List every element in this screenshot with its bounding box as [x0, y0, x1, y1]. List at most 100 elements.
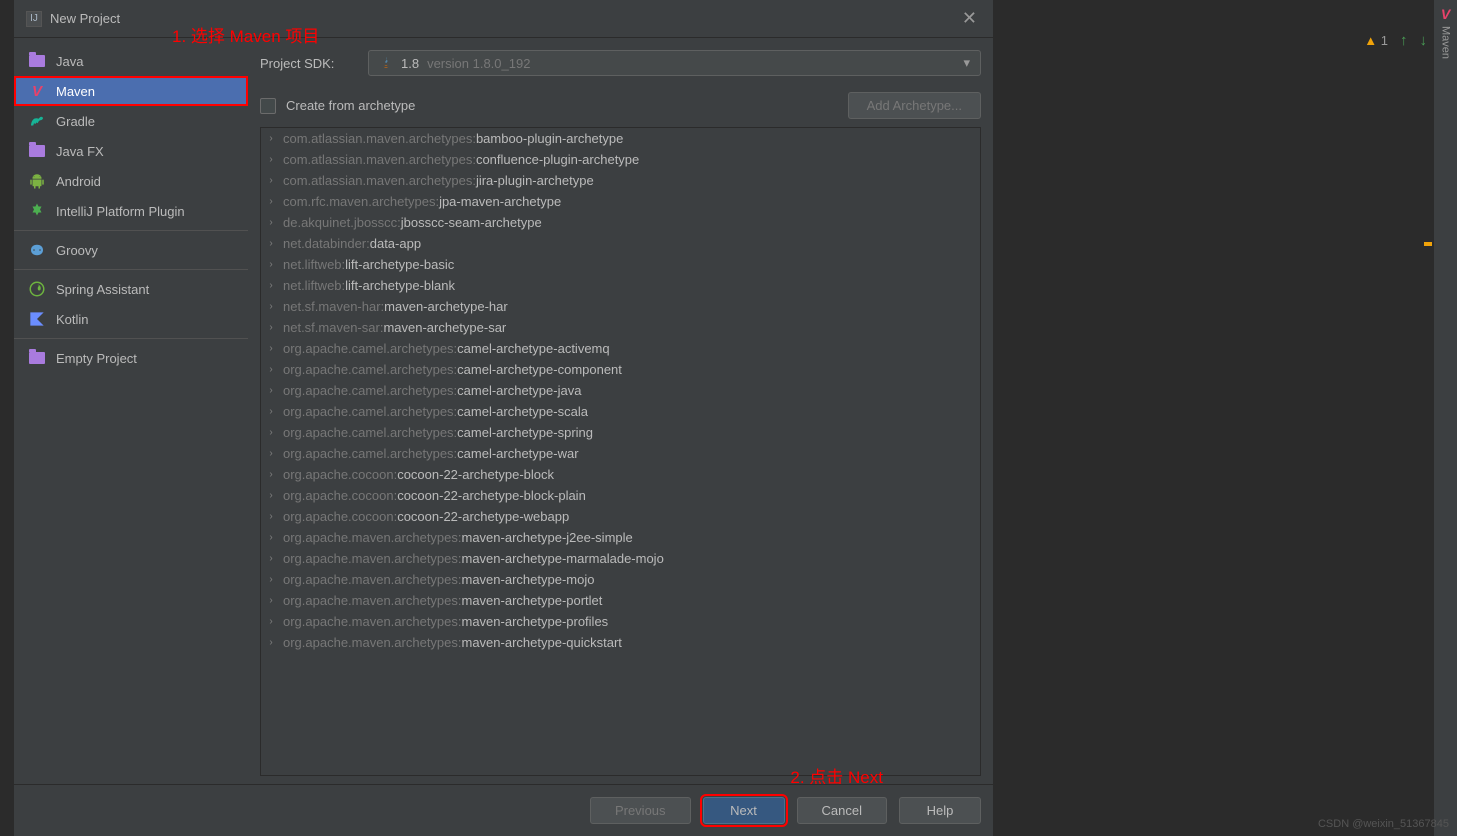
archetype-group: com.atlassian.maven.archetypes: — [283, 131, 476, 146]
sidebar-item-label: Kotlin — [56, 312, 89, 327]
watermark: CSDN @weixin_51367845 — [1318, 818, 1449, 830]
archetype-item[interactable]: ›org.apache.maven.archetypes:maven-arche… — [261, 611, 980, 632]
archetype-name: camel-archetype-spring — [457, 425, 593, 440]
prev-highlight-icon[interactable]: ↑ — [1400, 32, 1408, 49]
archetype-item[interactable]: ›com.atlassian.maven.archetypes:confluen… — [261, 149, 980, 170]
new-project-dialog: IJ New Project ✕ JavaVMavenGradleJava FX… — [14, 0, 993, 836]
archetype-item[interactable]: ›org.apache.maven.archetypes:maven-arche… — [261, 569, 980, 590]
archetype-item[interactable]: ›org.apache.cocoon:cocoon-22-archetype-b… — [261, 485, 980, 506]
maven-tool-icon[interactable]: V — [1441, 6, 1450, 22]
archetype-group: com.rfc.maven.archetypes: — [283, 194, 439, 209]
archetype-item[interactable]: ›com.atlassian.maven.archetypes:bamboo-p… — [261, 128, 980, 149]
chevron-right-icon: › — [265, 217, 277, 228]
archetype-group: net.databinder: — [283, 236, 370, 251]
archetype-item[interactable]: ›org.apache.maven.archetypes:maven-arche… — [261, 548, 980, 569]
sidebar-item-empty-project[interactable]: Empty Project — [14, 343, 248, 373]
sidebar-item-label: Spring Assistant — [56, 282, 149, 297]
separator — [14, 338, 248, 339]
gradle-icon — [28, 112, 46, 130]
cancel-button[interactable]: Cancel — [797, 797, 887, 824]
archetype-name: lift-archetype-blank — [345, 278, 455, 293]
archetype-item[interactable]: ›org.apache.cocoon:cocoon-22-archetype-w… — [261, 506, 980, 527]
chevron-right-icon: › — [265, 322, 277, 333]
archetype-name: maven-archetype-mojo — [462, 572, 595, 587]
sidebar-item-java[interactable]: Java — [14, 46, 248, 76]
archetype-item[interactable]: ›org.apache.camel.archetypes:camel-arche… — [261, 338, 980, 359]
sidebar-item-label: IntelliJ Platform Plugin — [56, 204, 185, 219]
archetype-item[interactable]: ›org.apache.maven.archetypes:maven-arche… — [261, 590, 980, 611]
chevron-right-icon: › — [265, 406, 277, 417]
maven-tool-label[interactable]: Maven — [1440, 26, 1452, 59]
chevron-right-icon: › — [265, 301, 277, 312]
dialog-title: New Project — [50, 11, 958, 26]
sdk-version: version 1.8.0_192 — [427, 56, 530, 71]
next-highlight-icon[interactable]: ↓ — [1420, 32, 1428, 49]
archetype-group: org.apache.camel.archetypes: — [283, 404, 457, 419]
archetype-name: maven-archetype-marmalade-mojo — [462, 551, 664, 566]
archetype-group: net.sf.maven-sar: — [283, 320, 383, 335]
archetype-item[interactable]: ›org.apache.camel.archetypes:camel-arche… — [261, 443, 980, 464]
next-button[interactable]: Next — [703, 797, 785, 824]
sidebar-item-java-fx[interactable]: Java FX — [14, 136, 248, 166]
archetype-name: cocoon-22-archetype-block — [397, 467, 554, 482]
sidebar-item-kotlin[interactable]: Kotlin — [14, 304, 248, 334]
sidebar-item-spring-assistant[interactable]: Spring Assistant — [14, 274, 248, 304]
titlebar: IJ New Project ✕ — [14, 0, 993, 38]
archetype-item[interactable]: ›org.apache.maven.archetypes:maven-arche… — [261, 527, 980, 548]
archetype-item[interactable]: ›org.apache.camel.archetypes:camel-arche… — [261, 401, 980, 422]
chevron-right-icon: › — [265, 343, 277, 354]
archetype-item[interactable]: ›org.apache.maven.archetypes:maven-arche… — [261, 632, 980, 653]
archetype-group: org.apache.cocoon: — [283, 488, 397, 503]
archetype-item[interactable]: ›net.liftweb:lift-archetype-blank — [261, 275, 980, 296]
archetype-item[interactable]: ›com.rfc.maven.archetypes:jpa-maven-arch… — [261, 191, 980, 212]
archetype-group: org.apache.camel.archetypes: — [283, 446, 457, 461]
archetype-item[interactable]: ›net.databinder:data-app — [261, 233, 980, 254]
archetype-group: org.apache.maven.archetypes: — [283, 635, 462, 650]
sidebar-item-intellij-platform-plugin[interactable]: IntelliJ Platform Plugin — [14, 196, 248, 226]
sdk-value: 1.8 — [401, 56, 419, 71]
create-from-archetype-checkbox[interactable] — [260, 98, 276, 114]
close-icon[interactable]: ✕ — [958, 8, 981, 29]
archetype-group: com.atlassian.maven.archetypes: — [283, 173, 476, 188]
android-icon — [28, 172, 46, 190]
archetype-name: data-app — [370, 236, 421, 251]
chevron-right-icon: › — [265, 637, 277, 648]
sidebar-item-label: Empty Project — [56, 351, 137, 366]
archetype-name: maven-archetype-j2ee-simple — [462, 530, 633, 545]
chevron-right-icon: › — [265, 364, 277, 375]
archetype-list[interactable]: ›com.atlassian.maven.archetypes:bamboo-p… — [260, 127, 981, 776]
add-archetype-button[interactable]: Add Archetype... — [848, 92, 981, 119]
chevron-right-icon: › — [265, 511, 277, 522]
archetype-item[interactable]: ›org.apache.camel.archetypes:camel-arche… — [261, 380, 980, 401]
help-button[interactable]: Help — [899, 797, 981, 824]
chevron-down-icon: ▾ — [963, 55, 970, 71]
archetype-item[interactable]: ›de.akquinet.jbosscc:jbosscc-seam-archet… — [261, 212, 980, 233]
plugin-icon — [28, 202, 46, 220]
right-tool-window-bar: V Maven — [1433, 0, 1457, 836]
sdk-label: Project SDK: — [260, 56, 352, 71]
archetype-item[interactable]: ›net.sf.maven-sar:maven-archetype-sar — [261, 317, 980, 338]
warning-indicator[interactable]: ▲ 1 — [1364, 33, 1388, 48]
folder-icon — [28, 142, 46, 160]
sidebar-item-gradle[interactable]: Gradle — [14, 106, 248, 136]
archetype-group: org.apache.camel.archetypes: — [283, 425, 457, 440]
previous-button[interactable]: Previous — [590, 797, 691, 824]
warning-icon: ▲ — [1364, 33, 1377, 48]
archetype-group: org.apache.maven.archetypes: — [283, 614, 462, 629]
sidebar-item-groovy[interactable]: Groovy — [14, 235, 248, 265]
archetype-item[interactable]: ›org.apache.camel.archetypes:camel-arche… — [261, 422, 980, 443]
sidebar-item-maven[interactable]: VMaven — [14, 76, 248, 106]
archetype-name: cocoon-22-archetype-webapp — [397, 509, 569, 524]
archetype-item[interactable]: ›net.liftweb:lift-archetype-basic — [261, 254, 980, 275]
archetype-item[interactable]: ›com.atlassian.maven.archetypes:jira-plu… — [261, 170, 980, 191]
chevron-right-icon: › — [265, 469, 277, 480]
sdk-dropdown[interactable]: 1.8 version 1.8.0_192 ▾ — [368, 50, 981, 76]
warning-count: 1 — [1381, 33, 1388, 48]
sidebar-item-android[interactable]: Android — [14, 166, 248, 196]
chevron-right-icon: › — [265, 175, 277, 186]
archetype-item[interactable]: ›org.apache.camel.archetypes:camel-arche… — [261, 359, 980, 380]
archetype-item[interactable]: › org.apache.cocoon:cocoon-22-archetype-b… — [261, 464, 980, 485]
archetype-group: org.apache.cocoon: — [283, 467, 397, 482]
intellij-icon: IJ — [26, 11, 42, 27]
archetype-item[interactable]: ›net.sf.maven-har:maven-archetype-har — [261, 296, 980, 317]
